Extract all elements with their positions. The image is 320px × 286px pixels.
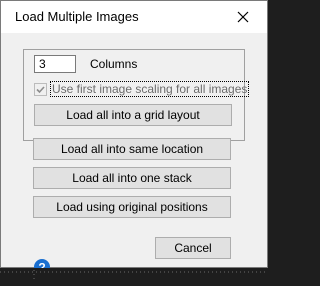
close-icon	[237, 11, 249, 23]
scaling-checkbox[interactable]	[34, 83, 47, 96]
cancel-button[interactable]: Cancel	[155, 237, 231, 259]
load-grid-layout-button[interactable]: Load all into a grid layout	[34, 104, 232, 126]
dialog-title: Load Multiple Images	[15, 9, 139, 24]
dialog-body: 3 Columns Use first image scaling for al…	[1, 34, 267, 275]
close-button[interactable]	[233, 7, 253, 27]
columns-label: Columns	[90, 57, 138, 71]
grid-options-group: 3 Columns Use first image scaling for al…	[23, 49, 250, 141]
scaling-checkbox-row: Use first image scaling for all images	[34, 81, 250, 97]
load-same-location-button[interactable]: Load all into same location	[33, 138, 231, 160]
columns-input[interactable]: 3	[34, 55, 76, 73]
title-bar[interactable]: Load Multiple Images	[1, 1, 267, 33]
load-original-positions-button[interactable]: Load using original positions	[33, 196, 231, 218]
scaling-checkbox-label: Use first image scaling for all images	[50, 81, 250, 97]
load-multiple-images-dialog: Load Multiple Images 3 Columns Use first…	[0, 0, 268, 275]
checkmark-icon	[36, 86, 45, 94]
load-one-stack-button[interactable]: Load all into one stack	[33, 167, 231, 189]
background-area	[0, 268, 268, 281]
